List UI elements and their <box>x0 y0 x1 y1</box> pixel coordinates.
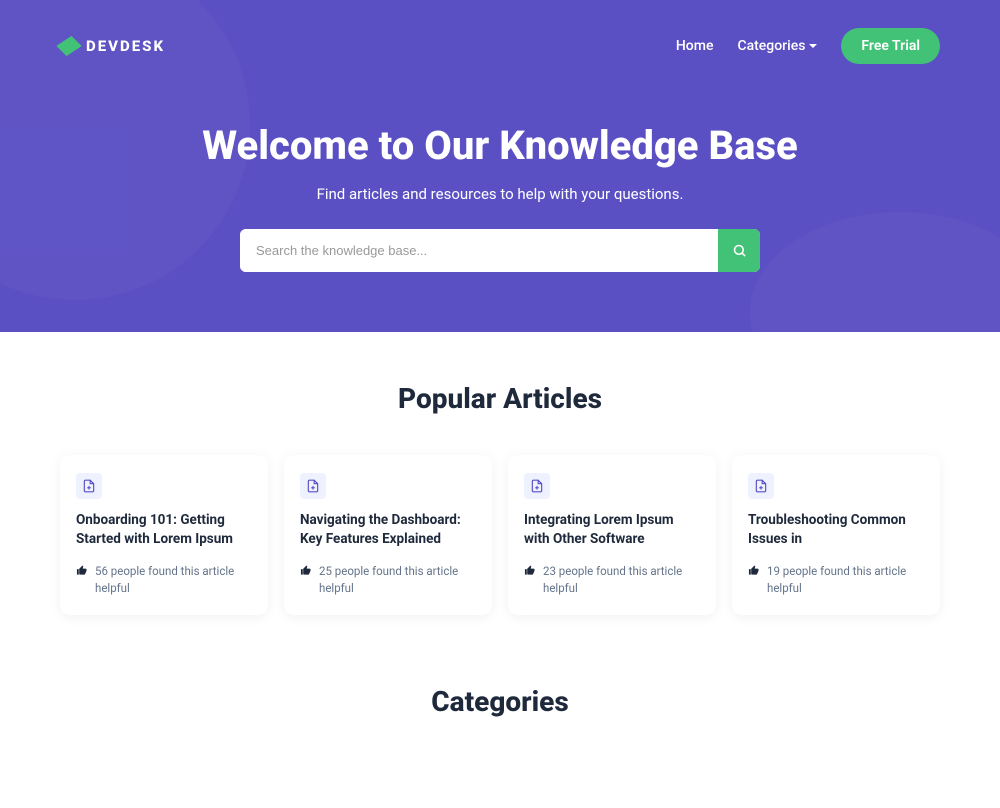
article-meta: 56 people found this article helpful <box>76 563 252 598</box>
article-title: Navigating the Dashboard: Key Features E… <box>300 511 476 549</box>
file-icon <box>524 473 550 499</box>
categories-heading: Categories <box>60 685 940 718</box>
thumbs-up-icon <box>748 565 759 576</box>
page-subtitle: Find articles and resources to help with… <box>60 185 940 203</box>
article-title: Integrating Lorem Ipsum with Other Softw… <box>524 511 700 549</box>
popular-section: Popular Articles Onboarding 101: Getting… <box>0 332 1000 665</box>
article-card[interactable]: Navigating the Dashboard: Key Features E… <box>284 455 492 615</box>
article-title: Troubleshooting Common Issues in <box>748 511 924 549</box>
chevron-down-icon <box>809 44 817 48</box>
article-title: Onboarding 101: Getting Started with Lor… <box>76 511 252 549</box>
logo-icon <box>56 33 81 58</box>
nav-home[interactable]: Home <box>676 38 714 54</box>
free-trial-button[interactable]: Free Trial <box>841 28 940 64</box>
brand-text: DEVDESK <box>86 37 165 55</box>
search-bar <box>240 229 760 272</box>
file-icon <box>300 473 326 499</box>
search-button[interactable] <box>718 229 760 272</box>
article-meta-text: 23 people found this article helpful <box>543 563 700 598</box>
thumbs-up-icon <box>524 565 535 576</box>
nav-categories[interactable]: Categories <box>737 38 817 54</box>
article-meta-text: 19 people found this article helpful <box>767 563 924 598</box>
search-input[interactable] <box>240 229 718 272</box>
article-card[interactable]: Troubleshooting Common Issues in 19 peop… <box>732 455 940 615</box>
article-meta: 25 people found this article helpful <box>300 563 476 598</box>
brand[interactable]: DEVDESK <box>60 37 165 55</box>
article-meta-text: 25 people found this article helpful <box>319 563 476 598</box>
navbar: DEVDESK Home Categories Free Trial <box>60 20 940 72</box>
article-meta: 19 people found this article helpful <box>748 563 924 598</box>
nav-categories-label: Categories <box>737 38 805 54</box>
thumbs-up-icon <box>300 565 311 576</box>
nav-links: Home Categories Free Trial <box>676 28 940 64</box>
page-title: Welcome to Our Knowledge Base <box>60 122 940 169</box>
article-cards: Onboarding 101: Getting Started with Lor… <box>60 455 940 615</box>
article-meta-text: 56 people found this article helpful <box>95 563 252 598</box>
file-icon <box>76 473 102 499</box>
popular-heading: Popular Articles <box>60 382 940 415</box>
article-card[interactable]: Onboarding 101: Getting Started with Lor… <box>60 455 268 615</box>
article-meta: 23 people found this article helpful <box>524 563 700 598</box>
thumbs-up-icon <box>76 565 87 576</box>
categories-section: Categories <box>0 665 1000 808</box>
hero-content: Welcome to Our Knowledge Base Find artic… <box>60 122 940 272</box>
article-card[interactable]: Integrating Lorem Ipsum with Other Softw… <box>508 455 716 615</box>
search-icon <box>732 243 747 258</box>
hero: DEVDESK Home Categories Free Trial Welco… <box>0 0 1000 332</box>
file-icon <box>748 473 774 499</box>
